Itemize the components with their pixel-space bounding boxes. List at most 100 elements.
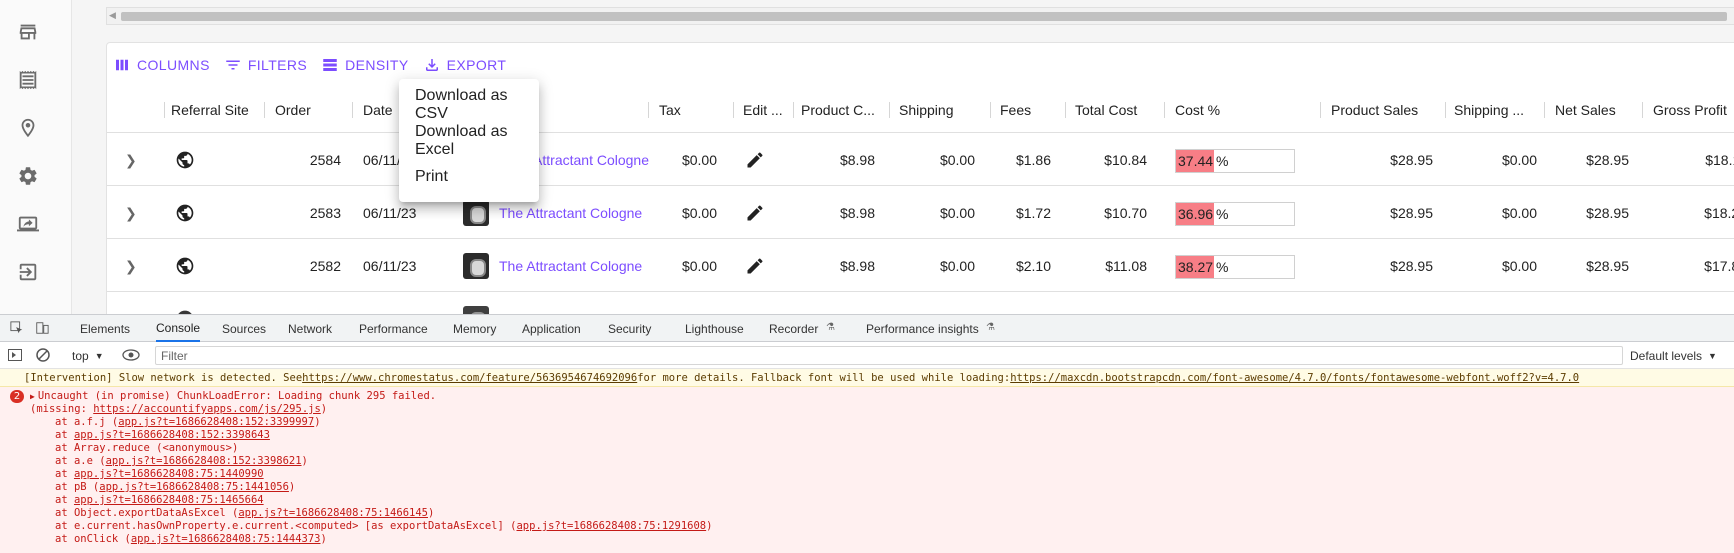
scrollbar-thumb[interactable]	[121, 12, 1727, 21]
stack-location-link[interactable]: app.js?t=1686628408:75:1444373	[131, 533, 321, 545]
tab-security[interactable]: Security	[608, 315, 651, 342]
stack-fn: at e.current.hasOwnProperty.e.current.<c…	[55, 520, 517, 532]
clear-console-icon[interactable]	[36, 348, 50, 362]
store-icon[interactable]	[16, 20, 40, 44]
edit-pencil-icon[interactable]	[745, 187, 767, 239]
edit-pencil-icon[interactable]	[745, 240, 767, 292]
expand-row-icon[interactable]: ❯	[125, 240, 141, 292]
tab-performance[interactable]: Performance	[359, 315, 428, 342]
tab-memory[interactable]: Memory	[453, 315, 496, 342]
header-net-sales[interactable]: Net Sales	[1555, 87, 1635, 133]
expand-triangle-icon[interactable]: ▶	[30, 392, 35, 401]
filters-button[interactable]: FILTERS	[224, 56, 307, 74]
tab-recorder[interactable]: Recorder	[769, 315, 818, 342]
stack-location-link[interactable]: app.js?t=1686628408:75:1440990	[74, 468, 264, 480]
column-separator[interactable]	[733, 102, 734, 118]
expand-row-icon[interactable]: ❯	[125, 187, 141, 239]
dropdown-caret-icon: ▼	[94, 350, 104, 361]
scroll-left-icon[interactable]: ◀	[109, 11, 116, 21]
header-shipping-income[interactable]: Shipping ...	[1454, 87, 1534, 133]
stack-end: )	[427, 507, 435, 519]
error-missing-line: (missing: https://accountifyapps.com/js/…	[30, 403, 327, 416]
download-csv-menu-item[interactable]: Download as CSV	[399, 87, 539, 123]
column-separator[interactable]	[889, 102, 890, 118]
download-excel-menu-item[interactable]: Download as Excel	[399, 123, 539, 159]
tax-cell: $0.00	[681, 205, 717, 221]
header-tax[interactable]: Tax	[659, 87, 699, 133]
stack-location-link[interactable]: app.js?t=1686628408:75:1291608	[516, 520, 706, 532]
stack-location-link[interactable]: app.js?t=1686628408:75:1466145	[238, 507, 428, 519]
column-separator[interactable]	[352, 102, 353, 118]
header-edit[interactable]: Edit ...	[743, 87, 793, 133]
header-product-sales[interactable]: Product Sales	[1331, 87, 1441, 133]
stack-location-link[interactable]: app.js?t=1686628408:75:1465664	[74, 494, 264, 506]
location-pin-icon[interactable]	[16, 116, 40, 140]
table-row[interactable]: ❯ 2584 06/11/ The Attractant Cologne $0.…	[107, 134, 1734, 186]
column-separator[interactable]	[1544, 102, 1545, 118]
stack-fn: at	[55, 494, 74, 506]
column-separator[interactable]	[1320, 102, 1321, 118]
table-row[interactable]: ❯ 2582 06/11/23 The Attractant Cologne $…	[107, 240, 1734, 292]
density-button[interactable]: DENSITY	[321, 56, 408, 74]
header-shipping[interactable]: Shipping	[899, 87, 969, 133]
header-referral-site[interactable]: Referral Site	[171, 87, 251, 133]
export-button[interactable]: EXPORT	[423, 56, 507, 74]
device-toolbar-icon[interactable]	[34, 321, 50, 335]
tab-performance-insights[interactable]: Performance insights	[866, 315, 979, 342]
console-error-message: 2 ▶ Uncaught (in promise) ChunkLoadError:…	[0, 387, 1734, 553]
main-content: ◀ COLUMNS FILTERS DENSITY EXPORT Referra…	[72, 0, 1734, 345]
column-separator[interactable]	[648, 102, 649, 118]
stack-location-link[interactable]: app.js?t=1686628408:152:3398621	[106, 455, 302, 467]
stack-end: )	[706, 520, 713, 532]
context-selector[interactable]: top ▼	[72, 346, 104, 365]
column-separator[interactable]	[990, 102, 991, 118]
chromestatus-link[interactable]: https://www.chromestatus.com/feature/563…	[302, 372, 637, 384]
horizontal-scrollbar[interactable]: ◀	[106, 7, 1734, 25]
shipping-income-cell: $0.00	[1501, 258, 1537, 274]
column-separator[interactable]	[793, 102, 794, 118]
header-order[interactable]: Order	[275, 87, 335, 133]
columns-button[interactable]: COLUMNS	[113, 56, 210, 74]
table-row[interactable]: ❯ 2583 06/11/23 The Attractant Cologne $…	[107, 187, 1734, 239]
tab-lighthouse[interactable]: Lighthouse	[685, 315, 744, 342]
density-label: DENSITY	[345, 57, 409, 73]
tab-application[interactable]: Application	[522, 315, 581, 342]
inspect-element-icon[interactable]	[9, 321, 25, 335]
error-title[interactable]: ▶ Uncaught (in promise) ChunkLoadError: L…	[30, 390, 436, 403]
logout-icon[interactable]	[16, 260, 40, 284]
missing-chunk-link[interactable]: https://accountifyapps.com/js/295.js	[93, 403, 321, 415]
eye-icon[interactable]	[122, 349, 140, 361]
header-fees[interactable]: Fees	[1000, 87, 1050, 133]
console-filter-input[interactable]: Filter	[155, 346, 1623, 365]
stack-location-link[interactable]: app.js?t=1686628408:152:3398643	[74, 429, 270, 441]
edit-pencil-icon[interactable]	[745, 134, 767, 186]
receipt-icon[interactable]	[16, 68, 40, 92]
tab-console[interactable]: Console	[156, 315, 201, 342]
tab-sources[interactable]: Sources	[222, 315, 266, 342]
header-total-cost[interactable]: Total Cost	[1075, 87, 1155, 133]
stack-location-link[interactable]: app.js?t=1686628408:75:1441056	[99, 481, 289, 493]
fontawesome-link[interactable]: https://maxcdn.bootstrapcdn.com/font-awe…	[1010, 372, 1579, 384]
tab-elements[interactable]: Elements	[80, 315, 130, 342]
header-product-cost[interactable]: Product C...	[801, 87, 885, 133]
header-gross-profit[interactable]: Gross Profit	[1653, 87, 1734, 133]
tab-network[interactable]: Network	[288, 315, 332, 342]
column-separator[interactable]	[164, 102, 165, 118]
column-separator[interactable]	[1164, 102, 1165, 118]
column-separator[interactable]	[1642, 102, 1643, 118]
column-separator[interactable]	[264, 102, 265, 118]
header-date[interactable]: Date	[363, 87, 403, 133]
gear-icon[interactable]	[16, 164, 40, 188]
screen-share-icon[interactable]	[16, 212, 40, 236]
product-link[interactable]: The Attractant Cologne	[499, 240, 649, 292]
date-cell: 06/11/23	[363, 258, 417, 274]
stack-location-link[interactable]: app.js?t=1686628408:152:3399997	[118, 416, 314, 428]
column-separator[interactable]	[1445, 102, 1446, 118]
header-cost-pct[interactable]: Cost %	[1175, 87, 1235, 133]
print-menu-item[interactable]: Print	[399, 159, 539, 195]
column-separator[interactable]	[1065, 102, 1066, 118]
expand-row-icon[interactable]: ❯	[125, 134, 141, 186]
stack-fn: at Object.exportDataAsExcel (	[55, 507, 239, 519]
log-levels-dropdown[interactable]: Default levels ▼	[1630, 346, 1717, 365]
sidebar-toggle-icon[interactable]	[8, 349, 22, 361]
